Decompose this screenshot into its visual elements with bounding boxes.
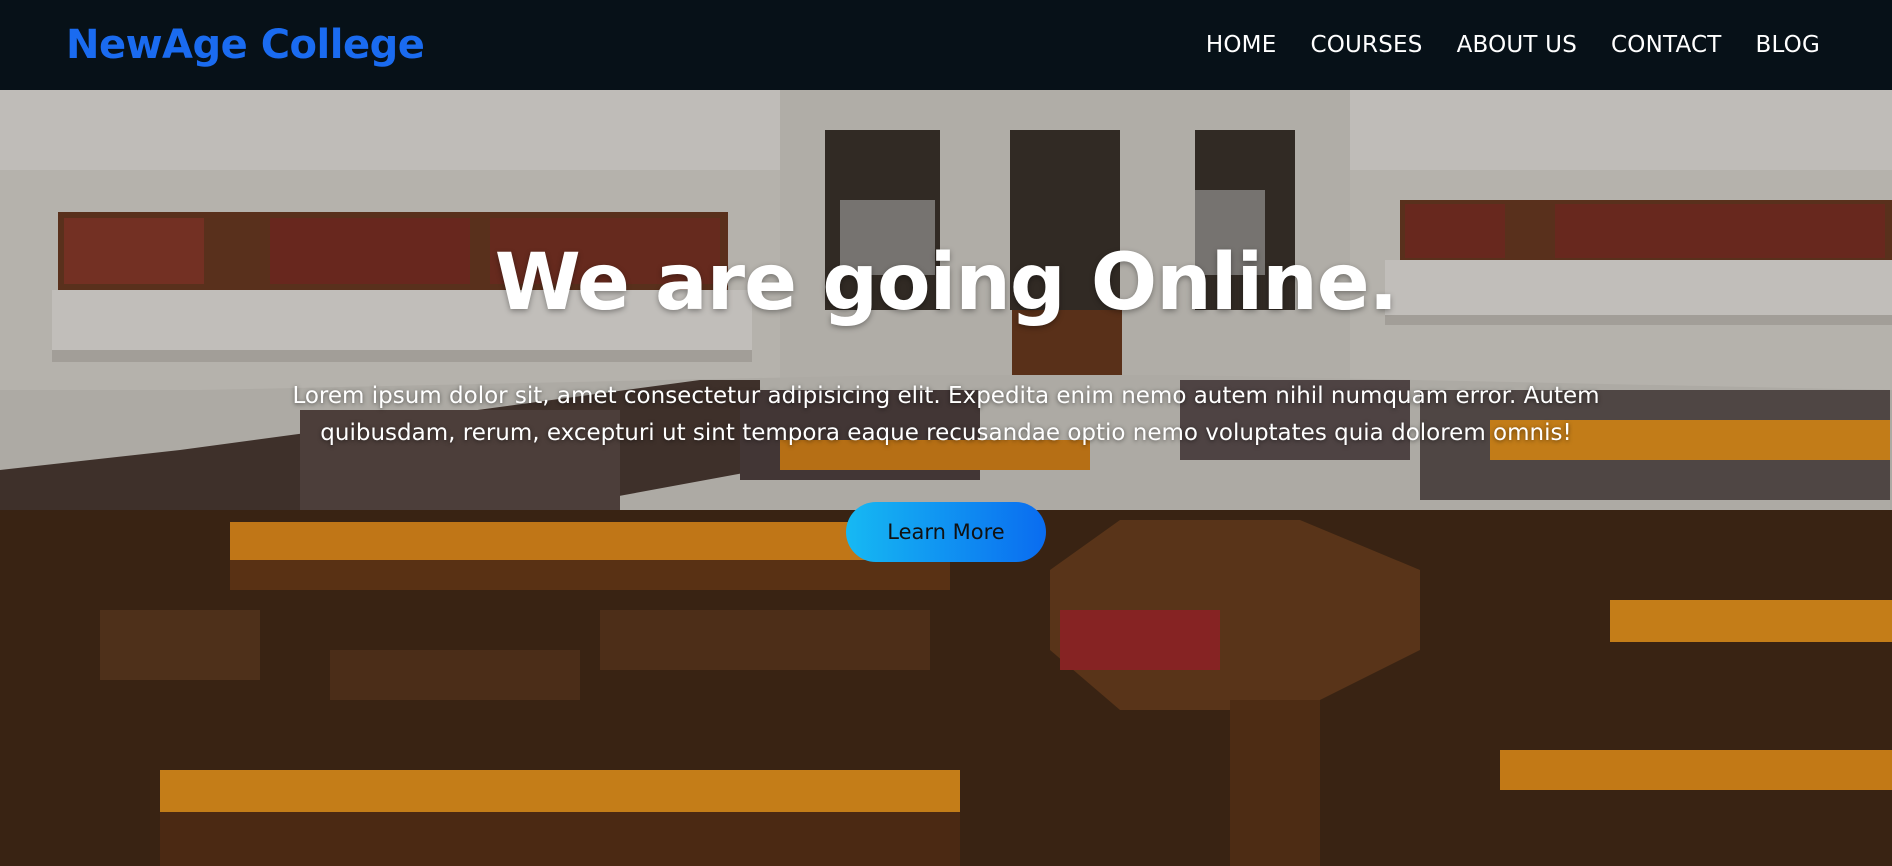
- nav-link-contact[interactable]: CONTACT: [1611, 32, 1721, 58]
- brand-logo[interactable]: NewAge College: [66, 22, 425, 68]
- nav-link-about-us[interactable]: ABOUT US: [1457, 32, 1577, 58]
- hero-section: We are going Online. Lorem ipsum dolor s…: [0, 90, 1892, 866]
- hero-title: We are going Online.: [494, 238, 1399, 328]
- hero-content: We are going Online. Lorem ipsum dolor s…: [0, 90, 1892, 866]
- nav-link-blog[interactable]: BLOG: [1756, 32, 1821, 58]
- nav-link-courses[interactable]: COURSES: [1310, 32, 1422, 58]
- nav-link-home[interactable]: HOME: [1206, 32, 1277, 58]
- navbar: NewAge College HOME COURSES ABOUT US CON…: [0, 0, 1892, 90]
- hero-description: Lorem ipsum dolor sit, amet consectetur …: [292, 383, 1600, 446]
- nav-links: HOME COURSES ABOUT US CONTACT BLOG: [1206, 32, 1820, 58]
- learn-more-button[interactable]: Learn More: [846, 502, 1046, 562]
